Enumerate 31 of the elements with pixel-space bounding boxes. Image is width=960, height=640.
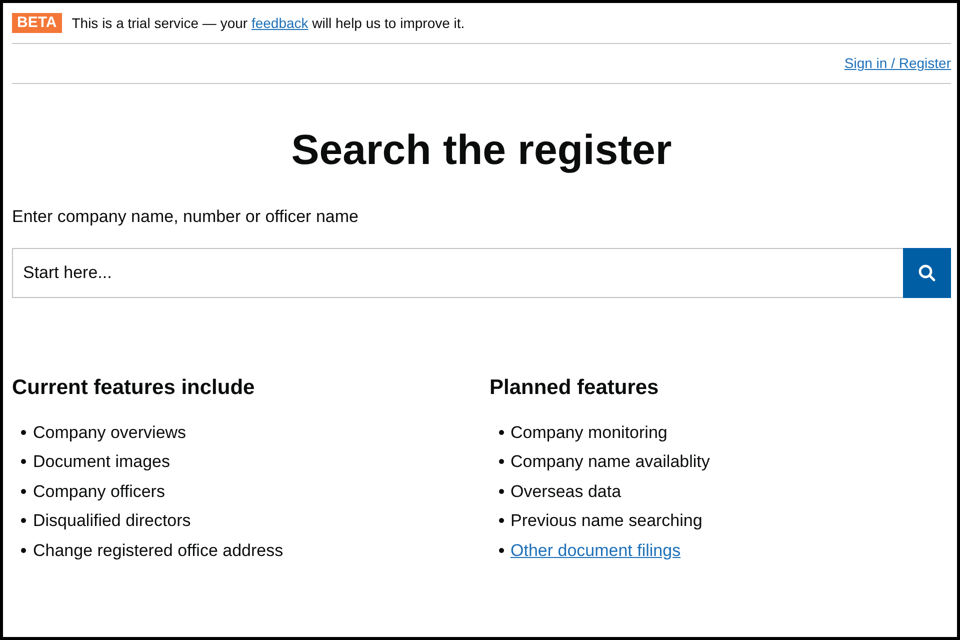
bullet-icon bbox=[498, 548, 504, 553]
feature-link[interactable]: Other document filings bbox=[510, 538, 681, 563]
bullet-icon bbox=[498, 459, 504, 464]
feature-item: Company officers bbox=[33, 480, 165, 502]
bullet-icon bbox=[21, 518, 26, 524]
bullet-icon bbox=[21, 430, 26, 435]
feature-item: Company overviews bbox=[33, 422, 186, 444]
feature-item: Previous name searching bbox=[510, 510, 702, 532]
search-button[interactable] bbox=[903, 248, 951, 298]
feature-item: Company monitoring bbox=[510, 422, 668, 444]
search-field[interactable]: Start here... bbox=[12, 248, 903, 298]
bullet-icon bbox=[498, 488, 504, 494]
sign-in-link[interactable]: Sign in / Register bbox=[844, 53, 951, 74]
section-heading: Planned features bbox=[490, 374, 660, 400]
banner-message: This is a trial service — your feedback will help us to improve it. bbox=[72, 14, 465, 33]
beta-badge: BETA bbox=[12, 13, 62, 33]
bullet-icon bbox=[21, 548, 26, 553]
page-title: Search the register bbox=[290, 125, 673, 175]
feature-item: Overseas data bbox=[510, 480, 622, 502]
search-icon bbox=[918, 264, 936, 282]
section-heading: Current features include bbox=[12, 374, 256, 400]
feature-item: Disqualified directors bbox=[33, 510, 191, 532]
feedback-link[interactable]: feedback bbox=[251, 14, 308, 30]
search-label: Enter company name, number or officer name bbox=[12, 206, 360, 228]
bullet-icon bbox=[498, 518, 504, 524]
bullet-icon bbox=[21, 488, 26, 494]
feature-item: Change registered office address bbox=[33, 540, 284, 562]
feature-item: Company name availablity bbox=[510, 451, 710, 473]
bullet-icon bbox=[498, 430, 504, 435]
bullet-icon bbox=[21, 459, 26, 464]
feature-item: Document images bbox=[33, 451, 170, 473]
